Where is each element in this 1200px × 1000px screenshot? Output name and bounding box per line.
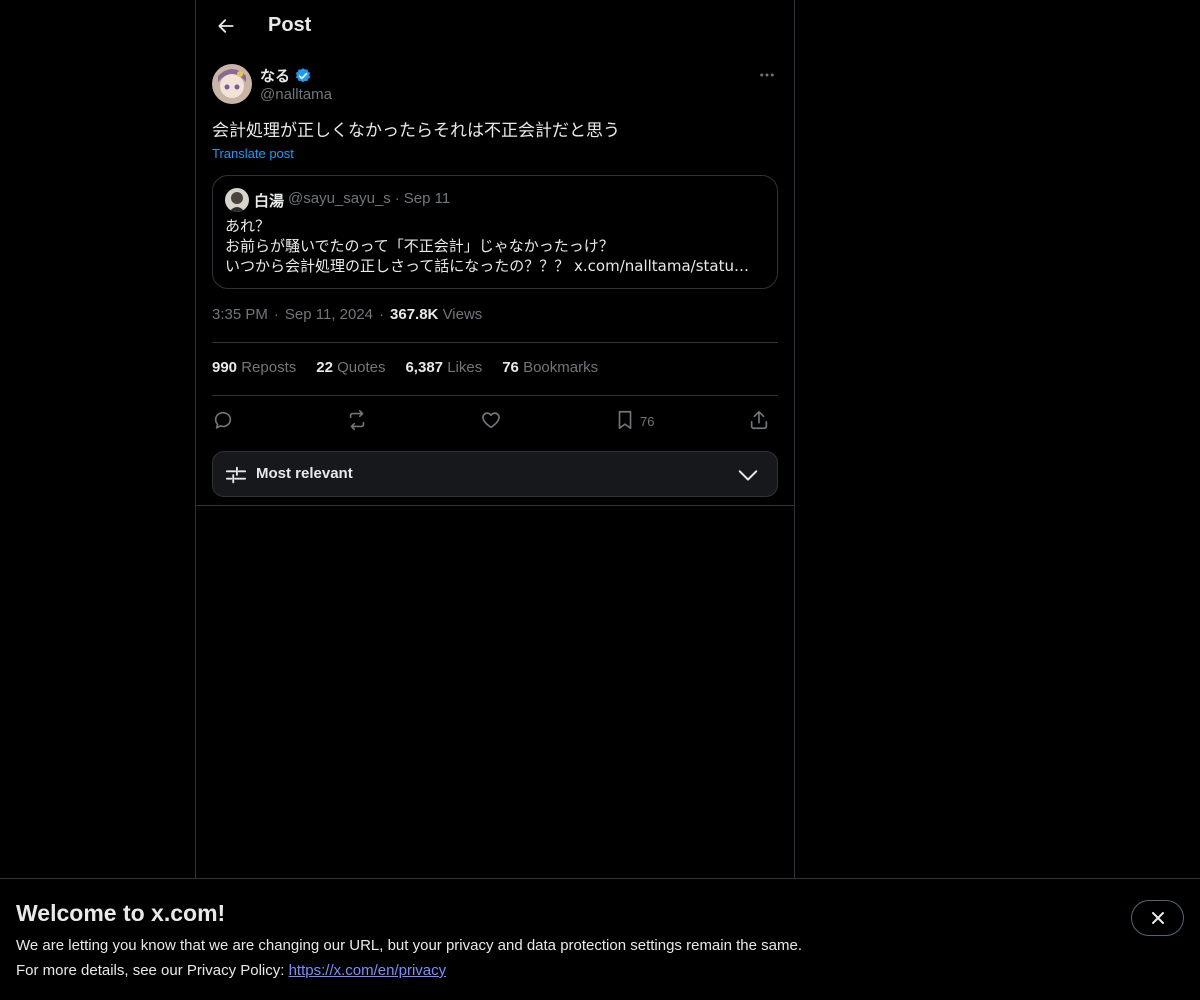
share-icon: [750, 410, 768, 430]
bookmark-count: 76: [640, 414, 655, 429]
post-date[interactable]: Sep 11, 2024: [285, 306, 373, 323]
quote-avatar: [225, 188, 249, 212]
stat-label: Quotes: [337, 359, 386, 376]
chevron-down-icon: [738, 470, 758, 481]
stat-reposts[interactable]: 990 Reposts: [212, 359, 296, 376]
meta-separator: ·: [379, 306, 385, 323]
page-header: Post: [196, 0, 794, 54]
stat-bookmarks[interactable]: 76 Bookmarks: [502, 359, 598, 376]
url-change-banner: Welcome to x.com! We are letting you kno…: [0, 878, 1200, 1000]
author-name[interactable]: なる: [260, 65, 312, 86]
more-options-button[interactable]: [756, 64, 778, 86]
quote-line: いつから会計処理の正しさって話になったの？？？ x.com/nalltama/s…: [225, 257, 749, 275]
author-handle[interactable]: @nalltama: [260, 86, 332, 103]
divider: [196, 505, 794, 506]
quote-date: Sep 11: [403, 190, 451, 207]
action-bar: 76: [212, 405, 778, 435]
main-column: Post なる @nalltama 会計処理が正しくなかったらそれは不正会計だと…: [195, 0, 795, 880]
privacy-policy-link[interactable]: https://x.com/en/privacy: [289, 962, 447, 979]
post-time[interactable]: 3:35 PM: [212, 306, 268, 323]
quote-author-handle: @sayu_sayu_s: [288, 190, 391, 207]
quote-separator: ·: [394, 190, 400, 207]
post-views: 367.8K Views: [390, 306, 482, 323]
banner-title: Welcome to x.com!: [16, 900, 226, 926]
sliders-icon: [225, 466, 247, 484]
post-stats: 990 Reposts 22 Quotes 6,387 Likes 76 Boo…: [212, 359, 598, 376]
reply-button[interactable]: [212, 405, 234, 435]
quote-line: あれ？: [225, 217, 271, 235]
stat-count: 6,387: [405, 359, 444, 376]
views-label: Views: [442, 306, 483, 323]
sort-label: Most relevant: [256, 465, 353, 482]
quote-header: 白湯 @sayu_sayu_s · Sep 11: [254, 190, 450, 211]
author-name-label: なる: [260, 67, 291, 85]
divider: [212, 342, 778, 343]
stat-count: 22: [316, 359, 333, 376]
heart-icon: [482, 412, 500, 429]
meta-separator: ·: [273, 306, 279, 323]
close-icon: [1151, 912, 1164, 924]
avatar[interactable]: [212, 64, 252, 104]
stat-count: 990: [212, 359, 238, 376]
banner-policy-prefix: For more details, see our Privacy Policy…: [16, 962, 289, 979]
banner-policy-line: For more details, see our Privacy Policy…: [16, 962, 446, 979]
banner-message: We are letting you know that we are chan…: [16, 937, 802, 954]
repost-button[interactable]: [346, 405, 368, 435]
stat-label: Likes: [447, 359, 483, 376]
quote-line: お前らが騒いでたのって「不正会計」じゃなかったっけ？: [225, 237, 614, 255]
quote-text: あれ？ お前らが騒いでたのって「不正会計」じゃなかったっけ？ いつから会計処理の…: [225, 216, 765, 276]
bookmark-icon: [618, 410, 632, 430]
page-title: Post: [268, 14, 312, 36]
reply-sort-dropdown[interactable]: Most relevant: [212, 451, 778, 497]
quote-author-name: 白湯: [254, 192, 285, 210]
divider: [212, 395, 778, 396]
arrow-left-icon: [218, 19, 234, 33]
verified-badge-icon: [295, 67, 311, 82]
translate-post-link[interactable]: Translate post: [212, 146, 294, 161]
like-button[interactable]: [480, 405, 502, 435]
stat-likes[interactable]: 6,387 Likes: [405, 359, 482, 376]
post-meta: 3:35 PM · Sep 11, 2024 · 367.8K Views: [212, 306, 482, 323]
back-button[interactable]: [208, 8, 244, 44]
bookmark-button[interactable]: 76: [614, 405, 654, 435]
share-button[interactable]: [748, 405, 770, 435]
stat-label: Bookmarks: [523, 359, 599, 376]
post-text: 会計処理が正しくなかったらそれは不正会計だと思う: [212, 121, 620, 141]
quoted-post[interactable]: 白湯 @sayu_sayu_s · Sep 11 あれ？ お前らが騒いでたのって…: [212, 175, 778, 289]
close-banner-button[interactable]: [1131, 900, 1184, 936]
reply-icon: [214, 411, 232, 429]
more-icon: [760, 73, 774, 77]
stat-quotes[interactable]: 22 Quotes: [316, 359, 385, 376]
repost-icon: [349, 410, 365, 430]
views-count: 367.8K: [390, 306, 439, 323]
stat-label: Reposts: [241, 359, 297, 376]
stat-count: 76: [502, 359, 519, 376]
